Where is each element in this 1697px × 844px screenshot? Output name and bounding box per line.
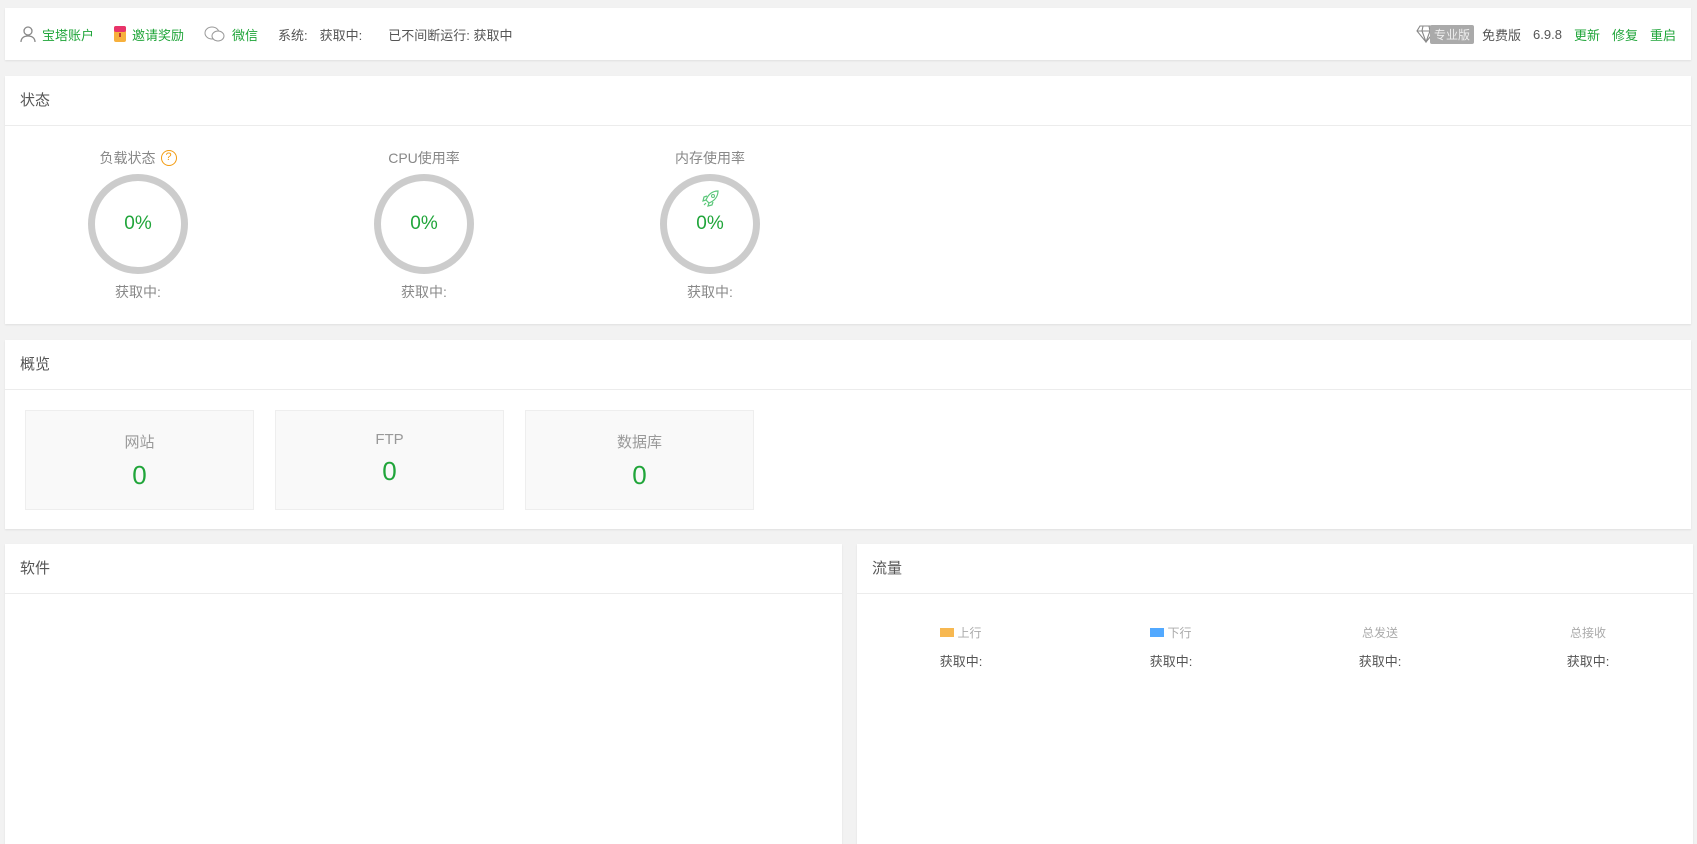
edition: 免费版 (1482, 27, 1522, 43)
update-link[interactable]: 更新 (1574, 25, 1600, 44)
upstream: 上行 获取中: (939, 626, 983, 669)
database-card[interactable]: 数据库 0 (525, 410, 754, 510)
wechat-icon (204, 26, 225, 42)
ftp-card[interactable]: FTP 0 (275, 410, 504, 510)
account-link[interactable]: 宝塔账户 (20, 25, 94, 44)
repair-link[interactable]: 修复 (1612, 25, 1638, 44)
traffic-panel: 流量 上行 获取中: 下行 获取中: 总发送 获取中: 总接收 获取中: (857, 544, 1693, 844)
traffic-title: 流量 (857, 544, 1693, 594)
top-bar: 宝塔账户 邀请奖励 微信 系统: 获取中: 已不间断运行: 获取中 专业版 免费… (5, 8, 1691, 60)
total-received: 总接收 获取中: (1566, 626, 1610, 669)
cpu-gauge[interactable]: CPU使用率 0% 获取中: (344, 126, 504, 302)
invite-link[interactable]: 邀请奖励 (114, 25, 184, 44)
downstream: 下行 获取中: (1149, 626, 1193, 669)
wechat-link[interactable]: 微信 (204, 25, 258, 44)
status-title: 状态 (5, 76, 1691, 126)
memory-ring: 0% (660, 174, 760, 274)
rocket-icon[interactable] (700, 189, 720, 209)
help-icon[interactable]: ? (160, 150, 177, 166)
gift-icon (114, 26, 127, 42)
load-gauge[interactable]: 负载状态? 0% 获取中: (58, 126, 218, 302)
pro-badge[interactable]: 专业版 (1416, 24, 1475, 44)
upstream-legend-icon (940, 628, 955, 637)
memory-gauge[interactable]: 内存使用率 0% 获取中: (630, 126, 790, 302)
restart-link[interactable]: 重启 (1650, 25, 1676, 44)
downstream-legend-icon (1150, 628, 1165, 637)
total-sent: 总发送 获取中: (1358, 626, 1402, 669)
system-label: 系统: (278, 27, 308, 43)
software-title: 软件 (5, 544, 842, 594)
cpu-ring: 0% (374, 174, 474, 274)
load-ring: 0% (88, 174, 188, 274)
system-value: 获取中: (319, 27, 363, 43)
software-panel: 软件 (5, 544, 842, 844)
user-icon (20, 26, 36, 42)
status-panel: 状态 负载状态? 0% 获取中: CPU使用率 0% 获取中: 内存使用率 0%… (5, 76, 1691, 324)
uptime: 已不间断运行: 获取中 (388, 27, 513, 43)
website-card[interactable]: 网站 0 (25, 410, 254, 510)
overview-panel: 概览 网站 0 FTP 0 数据库 0 (5, 340, 1691, 529)
version: 6.9.8 (1533, 26, 1562, 42)
overview-title: 概览 (5, 340, 1691, 390)
